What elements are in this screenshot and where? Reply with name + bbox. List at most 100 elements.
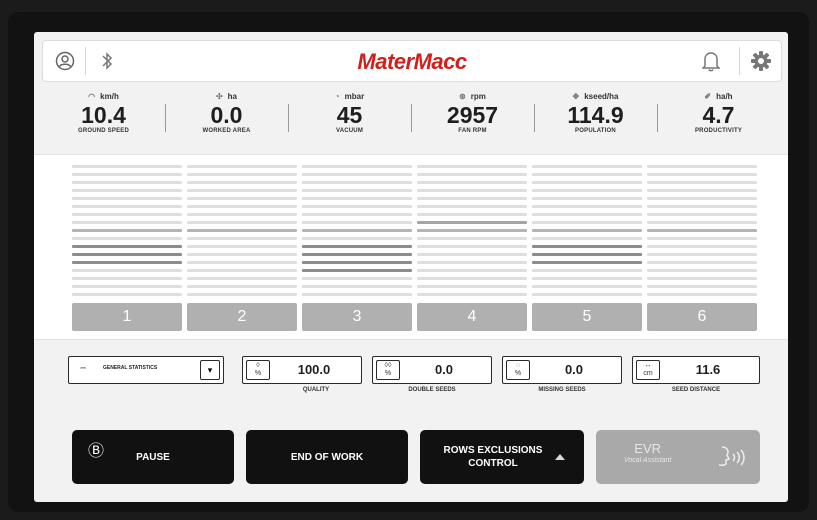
- seed-line: [532, 293, 642, 296]
- chevron-down-icon[interactable]: ▾: [200, 360, 220, 380]
- statistics-selector-label: GENERAL STATISTICS: [103, 365, 158, 371]
- stat-label: QUALITY: [302, 387, 330, 393]
- metric-value: 4.7: [702, 102, 735, 128]
- stat-value: 0.0: [564, 362, 584, 377]
- metric-label: GROUND SPEED: [77, 128, 130, 134]
- metric-productivity: ✐ ha/h 4.7 PRODUCTIVITY: [657, 90, 780, 146]
- rows-exclusions-control-button[interactable]: ROWS EXCLUSIONS CONTROL: [420, 430, 584, 484]
- seed-line: [302, 261, 412, 264]
- seed-line: [417, 253, 527, 256]
- seed-line: [647, 245, 757, 248]
- row-button-6[interactable]: 6: [647, 303, 757, 331]
- seed-line: [532, 181, 642, 184]
- seed-line: [72, 173, 182, 176]
- stat-value: 0.0: [434, 362, 454, 377]
- seed-line: [72, 221, 182, 224]
- metrics-bar: ◠ km/h 10.4 GROUND SPEED ✣ ha 0.0 WORKED A…: [42, 90, 780, 146]
- seed-line: [302, 285, 412, 288]
- seed-line: [72, 181, 182, 184]
- seed-line: [187, 269, 297, 272]
- seed-line: [187, 245, 297, 248]
- row-button-2[interactable]: 2: [187, 303, 297, 331]
- seed-line: [187, 165, 297, 168]
- seed-line: [532, 229, 642, 232]
- seed-line: [72, 237, 182, 240]
- seed-line: [647, 189, 757, 192]
- metric-unit: ha/h: [716, 92, 733, 101]
- seed-line: [72, 245, 182, 248]
- gear-icon[interactable]: [747, 47, 775, 75]
- seed-line: [72, 261, 182, 264]
- statistics-icon: ⎓: [80, 365, 86, 372]
- seed-line: [187, 229, 297, 232]
- stat-label: DOUBLE SEEDS: [408, 387, 456, 393]
- rows-exclusions-label-line1: ROWS EXCLUSIONS: [443, 445, 543, 456]
- seed-line: [532, 237, 642, 240]
- row-button-4[interactable]: 4: [417, 303, 527, 331]
- seed-line: [532, 173, 642, 176]
- seed-line: [72, 189, 182, 192]
- seed-line: [187, 277, 297, 280]
- seed-line: [417, 197, 527, 200]
- seed-line: [532, 285, 642, 288]
- seed-line: [187, 181, 297, 184]
- seed-line: [647, 285, 757, 288]
- stat-value: 11.6: [695, 362, 721, 377]
- seed-line: [72, 253, 182, 256]
- rows-exclusions-label-line2: CONTROL: [468, 458, 518, 469]
- seed-line: [72, 213, 182, 216]
- seed-line: [417, 165, 527, 168]
- seed-line: [302, 213, 412, 216]
- seed-line: [72, 165, 182, 168]
- voice-icon: [718, 446, 745, 466]
- row-column-3: 3: [302, 163, 412, 331]
- metric-value: 0.0: [210, 102, 243, 128]
- seed-line: [187, 189, 297, 192]
- seed-line: [647, 197, 757, 200]
- seed-line: [72, 197, 182, 200]
- evr-vocal-assistant-button[interactable]: EVR Vocal Assistant: [596, 430, 760, 484]
- seed-line: [417, 245, 527, 248]
- seed-line: [187, 293, 297, 296]
- metric-worked-area: ✣ ha 0.0 WORKED AREA: [165, 90, 288, 146]
- action-bar: Ⓑ PAUSE END OF WORK ROWS EXCLUSIONS CONT…: [34, 410, 788, 502]
- seed-line: [302, 245, 412, 248]
- seed-line: [187, 213, 297, 216]
- double-seed-icon: ◊◊%: [376, 360, 400, 380]
- seed-line: [302, 229, 412, 232]
- quality-icon: ◊%: [246, 360, 270, 380]
- missing-seed-icon: ◌%: [506, 360, 530, 380]
- seed-line: [647, 165, 757, 168]
- seed-line: [72, 229, 182, 232]
- stat-quality: ◊% 100.0: [242, 356, 362, 384]
- seed-line: [647, 181, 757, 184]
- seed-line: [417, 237, 527, 240]
- row-column-4: 4: [417, 163, 527, 331]
- metric-fan-rpm: ⊛ rpm 2957 FAN RPM: [411, 90, 534, 146]
- seed-line: [302, 197, 412, 200]
- bell-icon[interactable]: [697, 47, 725, 75]
- pause-button[interactable]: Ⓑ PAUSE: [72, 430, 234, 484]
- statistics-selector[interactable]: ⎓ GENERAL STATISTICS ▾: [68, 356, 224, 384]
- metric-value: 10.4: [81, 102, 126, 128]
- brand-logo: MaterMacc: [357, 49, 467, 74]
- end-of-work-button[interactable]: END OF WORK: [246, 430, 408, 484]
- seed-line: [647, 293, 757, 296]
- row-button-1[interactable]: 1: [72, 303, 182, 331]
- seed-line: [647, 237, 757, 240]
- seed-line: [532, 197, 642, 200]
- seed-line: [532, 213, 642, 216]
- row-button-5[interactable]: 5: [532, 303, 642, 331]
- seed-line: [417, 189, 527, 192]
- seed-line: [187, 237, 297, 240]
- seed-line: [417, 261, 527, 264]
- seed-line: [187, 221, 297, 224]
- seed-line: [417, 173, 527, 176]
- end-of-work-label: END OF WORK: [290, 451, 364, 463]
- metric-label: POPULATION: [575, 128, 616, 134]
- row-button-3[interactable]: 3: [302, 303, 412, 331]
- seed-line: [417, 181, 527, 184]
- divider: [739, 47, 740, 75]
- metric-label: WORKED AREA: [202, 128, 251, 134]
- evr-subtitle: Vocal Assistant: [624, 457, 672, 464]
